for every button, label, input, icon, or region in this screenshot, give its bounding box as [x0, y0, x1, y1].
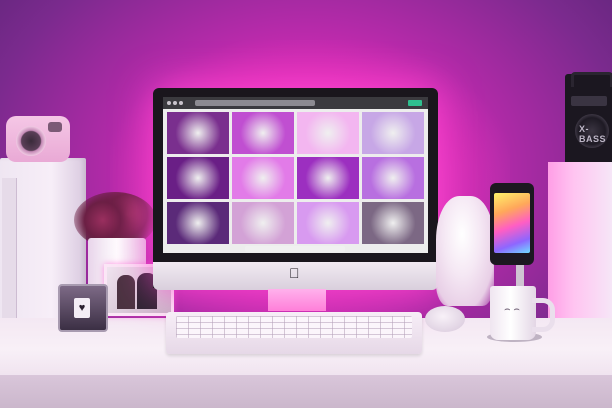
imac-stand — [268, 289, 326, 311]
speaker-brand-text: X-BASS — [579, 124, 607, 144]
photo-person-left — [117, 275, 135, 309]
candle-jar: ♥ — [58, 284, 108, 332]
save-tag — [408, 100, 422, 106]
right-shelf — [548, 162, 612, 330]
imac-screen — [163, 97, 428, 253]
moodboard-tile — [232, 157, 294, 199]
keyboard — [166, 312, 422, 354]
moodboard-tile — [297, 112, 359, 154]
moodboard-tile — [297, 202, 359, 244]
keyboard-keys — [176, 316, 412, 338]
moodboard-tile — [167, 157, 229, 199]
moodboard-tile — [362, 112, 424, 154]
moodboard-tile — [362, 157, 424, 199]
left-shelf-door — [2, 178, 17, 318]
desk-edge — [0, 375, 612, 408]
moodboard-tile — [362, 202, 424, 244]
speaker-panel — [571, 96, 607, 106]
coffee-mug: ⌢ ⌢ — [490, 286, 555, 340]
moodboard-tile — [232, 202, 294, 244]
window-minimize-dot — [173, 101, 177, 105]
window-zoom-dot — [179, 101, 183, 105]
speaker-handle — [571, 72, 612, 87]
window-close-dot — [167, 101, 171, 105]
candle-label: ♥ — [74, 298, 90, 318]
moodboard-tile — [297, 157, 359, 199]
mac-dock — [245, 246, 345, 252]
camera-flash — [48, 122, 62, 132]
mug-handle — [532, 298, 555, 332]
camera-lens — [16, 126, 46, 156]
cherub-statue — [436, 196, 494, 306]
mouse — [425, 306, 465, 332]
address-bar — [195, 100, 315, 106]
smartphone — [490, 183, 534, 265]
phone-display — [494, 193, 530, 253]
browser-toolbar — [163, 97, 428, 109]
boombox-speaker: X-BASS — [565, 72, 612, 166]
moodboard-tile — [167, 112, 229, 154]
moodboard-tile — [232, 112, 294, 154]
instant-camera — [6, 116, 70, 162]
moodboard-tile — [167, 202, 229, 244]
mug-face-print: ⌢ ⌢ — [504, 304, 520, 315]
apple-logo-icon:  — [289, 266, 300, 280]
